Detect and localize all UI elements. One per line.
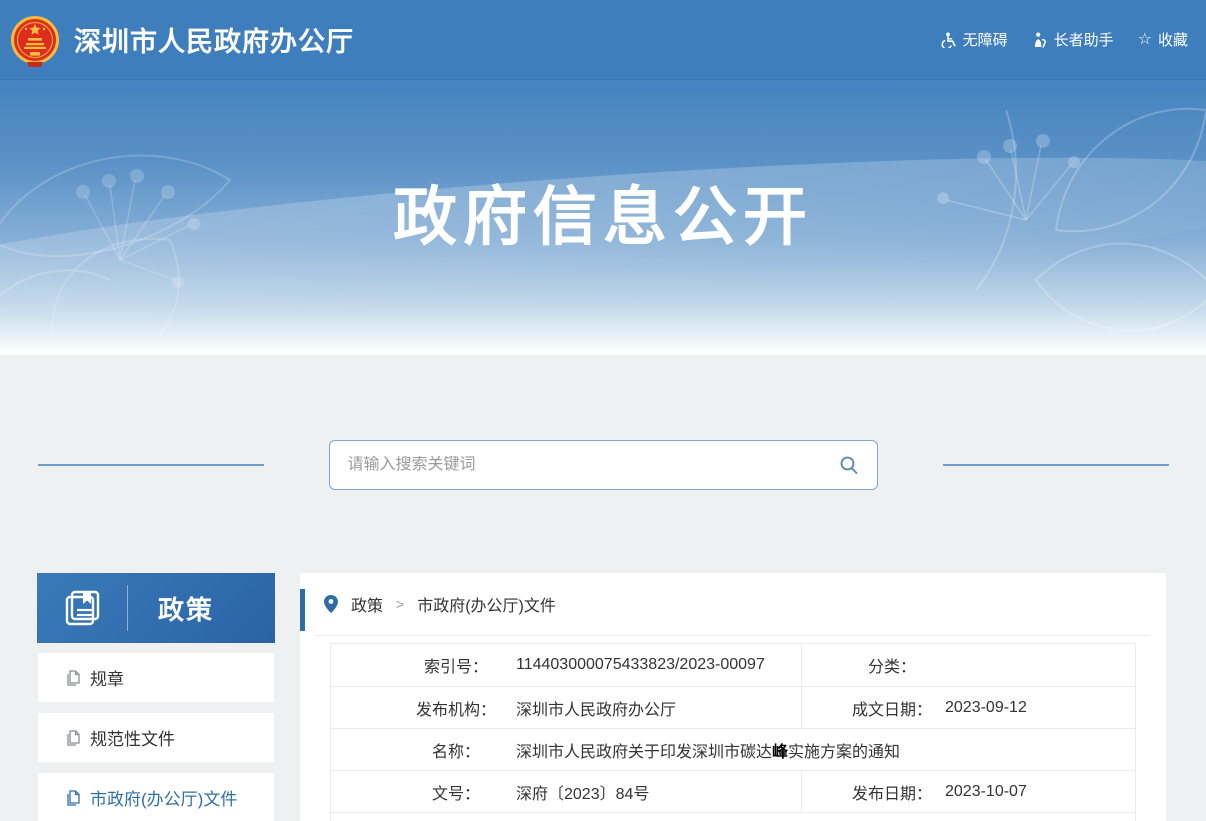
top-header-bar: 深圳市人民政府办公厅 无障碍 长者助手 ☆ 收藏 xyxy=(0,0,1206,80)
document-icon xyxy=(66,790,81,806)
issuing-agency-value: 深圳市人民政府办公厅 xyxy=(516,696,676,720)
sidebar-header-divider xyxy=(127,585,128,631)
document-number-value: 深府〔2023〕84号 xyxy=(516,780,649,804)
sidebar-title: 政策 xyxy=(158,590,214,627)
accessibility-label: 无障碍 xyxy=(963,29,1008,50)
page-title: 政府信息公开 xyxy=(0,80,1206,258)
sidebar-item-normative-documents[interactable]: 规范性文件 xyxy=(37,712,275,763)
highlighted-keyword: 峰 xyxy=(772,744,788,761)
breadcrumb-link-policy[interactable]: 政策 xyxy=(351,592,383,616)
index-number-label: 索引号： xyxy=(406,653,506,677)
site-title: 深圳市人民政府办公厅 xyxy=(74,20,354,59)
table-row-index-category: 索引号： 114403000075433823/2023-00097 分类： xyxy=(331,644,1135,686)
topbar-links: 无障碍 长者助手 ☆ 收藏 xyxy=(941,29,1188,50)
elder-assistant-link[interactable]: 长者助手 xyxy=(1032,29,1114,50)
document-name-label: 名称： xyxy=(406,738,506,762)
location-pin-icon xyxy=(324,595,338,613)
sidebar-item-label: 规章 xyxy=(90,665,124,690)
search-row xyxy=(0,440,1206,490)
publish-date-label: 发布日期： xyxy=(849,780,935,804)
policy-book-icon xyxy=(63,588,103,628)
written-date-label: 成文日期： xyxy=(849,696,935,720)
document-icon xyxy=(66,670,81,686)
table-row-name: 名称： 深圳市人民政府关于印发深圳市碳达峰实施方案的通知 xyxy=(331,728,1135,770)
table-row-partial xyxy=(331,812,1135,821)
sidebar-item-regulations[interactable]: 规章 xyxy=(37,652,275,703)
issuing-agency-label: 发布机构： xyxy=(406,696,506,720)
favorite-label: 收藏 xyxy=(1158,29,1188,50)
index-number-value: 114403000075433823/2023-00097 xyxy=(516,656,765,674)
page-banner: 政府信息公开 xyxy=(0,80,1206,355)
elder-assistant-icon xyxy=(1032,32,1048,48)
search-button[interactable] xyxy=(837,453,861,477)
search-icon xyxy=(839,455,859,475)
favorite-link[interactable]: ☆ 收藏 xyxy=(1138,29,1188,50)
breadcrumb-current[interactable]: 市政府(办公厅)文件 xyxy=(417,592,556,616)
document-icon xyxy=(66,730,81,746)
written-date-value: 2023-09-12 xyxy=(945,699,1027,717)
table-row-docno-publishdate: 文号： 深府〔2023〕84号 发布日期： 2023-10-07 xyxy=(331,770,1135,812)
table-row-agency-date: 发布机构： 深圳市人民政府办公厅 成文日期： 2023-09-12 xyxy=(331,686,1135,728)
breadcrumb-accent-bar xyxy=(300,589,305,631)
elder-assistant-label: 长者助手 xyxy=(1054,29,1114,50)
star-icon: ☆ xyxy=(1138,32,1152,48)
publish-date-value: 2023-10-07 xyxy=(945,783,1027,801)
breadcrumb: 政策 > 市政府(办公厅)文件 xyxy=(316,573,1150,636)
decor-line-left xyxy=(38,464,264,466)
document-number-label: 文号： xyxy=(406,780,506,804)
category-label: 分类： xyxy=(849,653,935,677)
document-detail-panel: 政策 > 市政府(办公厅)文件 索引号： 114403000075433823/… xyxy=(300,573,1166,821)
accessibility-icon xyxy=(941,32,957,48)
sidebar-item-municipal-documents[interactable]: 市政府(办公厅)文件 xyxy=(37,772,275,821)
search-input[interactable] xyxy=(348,456,837,474)
breadcrumb-separator: > xyxy=(396,596,404,612)
accessibility-link[interactable]: 无障碍 xyxy=(941,29,1008,50)
decor-line-right xyxy=(943,464,1169,466)
policy-sidebar: 政策 规章 xyxy=(37,573,275,821)
sidebar-item-label: 市政府(办公厅)文件 xyxy=(90,785,237,810)
site-logo-link[interactable]: 深圳市人民政府办公厅 xyxy=(10,11,354,69)
document-name-value: 深圳市人民政府关于印发深圳市碳达峰实施方案的通知 xyxy=(516,738,900,762)
national-emblem-icon xyxy=(10,15,60,69)
sidebar-item-label: 规范性文件 xyxy=(90,725,175,750)
sidebar-header: 政策 xyxy=(37,573,275,643)
content-area: 政策 规章 xyxy=(0,355,1206,821)
search-box xyxy=(329,440,878,490)
document-info-table: 索引号： 114403000075433823/2023-00097 分类： 发… xyxy=(330,643,1136,821)
